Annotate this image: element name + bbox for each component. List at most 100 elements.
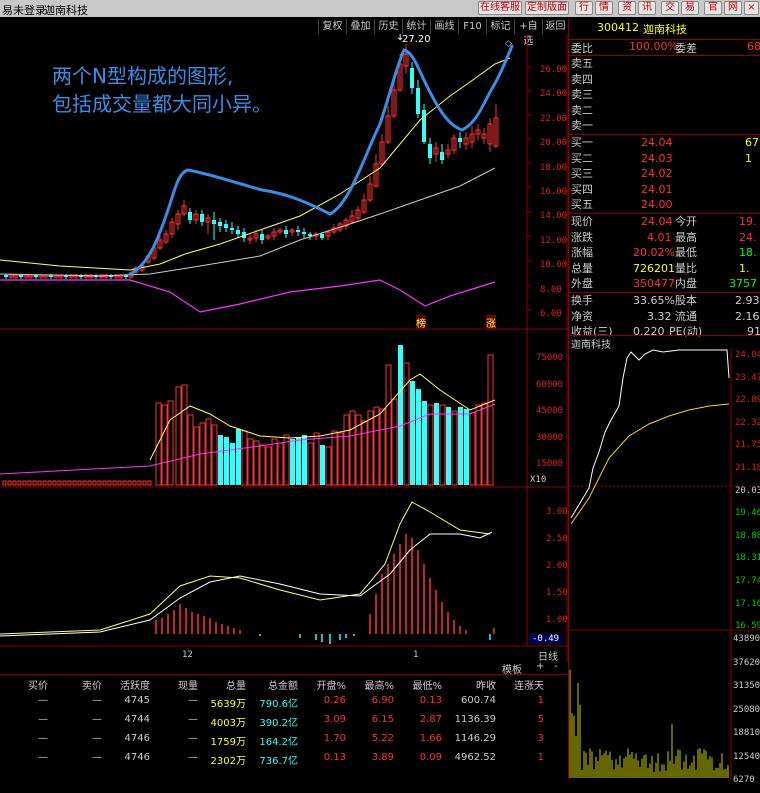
volume-bar: [3, 481, 6, 485]
col-header[interactable]: 现量: [152, 677, 198, 692]
intraday-panel[interactable]: 迦南科技 24.04 23.47 22.89 22.32 21.75 21.18…: [568, 335, 760, 779]
candle-body: [224, 224, 228, 228]
tool-fuquan[interactable]: 复权: [318, 19, 346, 34]
volume-bar: [416, 389, 421, 485]
table-cell: 1: [498, 695, 544, 706]
table-cell: 1.66: [396, 733, 442, 744]
col-header[interactable]: 买价: [0, 677, 48, 692]
table-cell: 164.2亿: [248, 733, 298, 748]
tool-overlay[interactable]: 叠加: [346, 19, 374, 34]
candle-body: [218, 222, 222, 226]
volume-bar: [123, 481, 126, 485]
high-arrow-icon: ↓: [396, 34, 404, 43]
col-header[interactable]: 卖价: [50, 677, 102, 692]
table-cell: 1759万: [200, 733, 246, 748]
stat-label: 外盘: [571, 276, 593, 292]
zoom-out-button[interactable]: -: [554, 661, 558, 672]
table-cell: 4962.52: [444, 752, 496, 763]
table-row[interactable]: — — 4744 — 4003万 390.2亿 3.09 6.15 2.87 1136.39 5: [0, 712, 568, 729]
table-cell: 0.13: [396, 695, 442, 706]
col-header[interactable]: 昨收: [444, 677, 496, 692]
intraday-price-axis: 24.04 23.47 22.89 22.32 21.75 21.18 20.0…: [735, 344, 760, 638]
buy-3-label: 买三: [571, 166, 593, 182]
table-row[interactable]: — — 4745 — 5639万 790.6亿 0.26 6.90 0.13 600.74 1: [0, 693, 568, 710]
price-axis: 26.00 24.00 22.00 20.00 18.00 16.00 14.0…: [540, 58, 567, 326]
price-tick: 8.00: [540, 278, 567, 302]
market-button-1[interactable]: 行: [575, 1, 593, 15]
col-header[interactable]: 活跃度: [104, 677, 150, 692]
col-header[interactable]: 总金额: [248, 677, 298, 692]
volume-bar: [53, 481, 56, 485]
tool-mark[interactable]: 标记: [486, 19, 514, 34]
price-tick: 14.00: [540, 204, 567, 228]
volume-bar: [302, 435, 307, 485]
trade-button-2[interactable]: 易: [681, 1, 699, 15]
site-button-2[interactable]: 网: [724, 1, 742, 15]
site-button-1[interactable]: 官: [704, 1, 722, 15]
close-icon[interactable]: ×: [744, 1, 759, 15]
table-cell: 0.26: [300, 695, 346, 706]
volume-bar: [272, 439, 277, 485]
volume-bar: [434, 403, 439, 485]
volume-bar: [458, 407, 463, 485]
index-table: 买价 卖价 活跃度 现量 总量 总金额 开盘% 最高% 最低% 昨收 连涨天 —…: [0, 674, 568, 779]
table-cell: —: [50, 752, 102, 763]
candle-body: [410, 68, 414, 88]
col-header[interactable]: 总量: [200, 677, 246, 692]
trade-button-1[interactable]: 交: [661, 1, 679, 15]
table-cell: —: [50, 695, 102, 706]
volume-bar: [290, 439, 295, 485]
col-header[interactable]: 最低%: [396, 677, 442, 692]
col-header[interactable]: 开盘%: [300, 677, 346, 692]
stat-label: 量比: [675, 261, 697, 277]
table-cell: 1146.29: [444, 733, 496, 744]
limit-up-tag[interactable]: 涨: [486, 315, 496, 330]
online-service-button[interactable]: 在线客服: [478, 1, 522, 15]
volume-unit: X10: [530, 475, 546, 485]
stock-code: 300412: [597, 21, 639, 34]
zoom-in-button[interactable]: +: [536, 661, 544, 672]
tool-stats[interactable]: 统计: [402, 19, 430, 34]
table-cell: 4745: [104, 695, 150, 706]
candle-body: [236, 230, 240, 234]
tool-add-watchlist[interactable]: +自选: [514, 19, 542, 34]
volume-bar: [266, 447, 271, 485]
table-row[interactable]: — — 4746 — 2302万 736.7亿 0.13 3.89 0.09 4962.52 1: [0, 750, 568, 767]
intraday-price-tick: 20.03: [735, 480, 760, 503]
intraday-price-tick: 22.32: [735, 412, 760, 435]
buy-volumes: 67 1: [745, 135, 759, 166]
macd-value: -0.49: [529, 634, 562, 644]
tool-back[interactable]: 返回: [542, 19, 568, 34]
volume-tick: 75000: [536, 345, 563, 372]
tool-draw-line[interactable]: 画线: [430, 19, 458, 34]
stat-label: 涨幅: [571, 245, 593, 261]
candle-body: [212, 220, 216, 224]
sell-levels: 卖五 卖四 卖三 卖二 卖一: [571, 56, 593, 134]
tool-history[interactable]: 历史: [374, 19, 402, 34]
news-button-2[interactable]: 讯: [638, 1, 656, 15]
volume-bar: [138, 481, 141, 485]
rank-tag[interactable]: 榜: [416, 315, 426, 330]
macd-tick: 1.50: [546, 580, 568, 607]
table-cell: 600.74: [444, 695, 496, 706]
col-header[interactable]: 最高%: [348, 677, 394, 692]
sell-3-label: 卖三: [571, 87, 593, 103]
table-cell: 6.15: [348, 714, 394, 725]
volume-bar: [108, 481, 111, 485]
market-button-2[interactable]: 情: [595, 1, 613, 15]
stat-value: 19.: [739, 214, 757, 230]
table-row[interactable]: — — 4746 — 1759万 164.2亿 1.70 5.22 1.66 1146.29 3: [0, 731, 568, 748]
table-cell: 5: [498, 714, 544, 725]
buy-levels: 买一 买二 买三 买四 买五: [571, 135, 593, 213]
volume-bar: [344, 415, 349, 485]
volume-bar: [98, 481, 101, 485]
macd-dea-line: [0, 502, 490, 634]
stat-value: 18.: [739, 245, 757, 261]
stat-label: 现价: [571, 214, 593, 230]
news-button-1[interactable]: 资: [618, 1, 636, 15]
tool-f10[interactable]: F10: [458, 19, 486, 34]
kline-chart[interactable]: 27.20 ↓ ◇: [0, 34, 568, 662]
custom-layout-button[interactable]: 定制版面: [525, 1, 569, 15]
stat-value: 24.: [739, 230, 757, 246]
col-header[interactable]: 连涨天: [498, 677, 544, 692]
